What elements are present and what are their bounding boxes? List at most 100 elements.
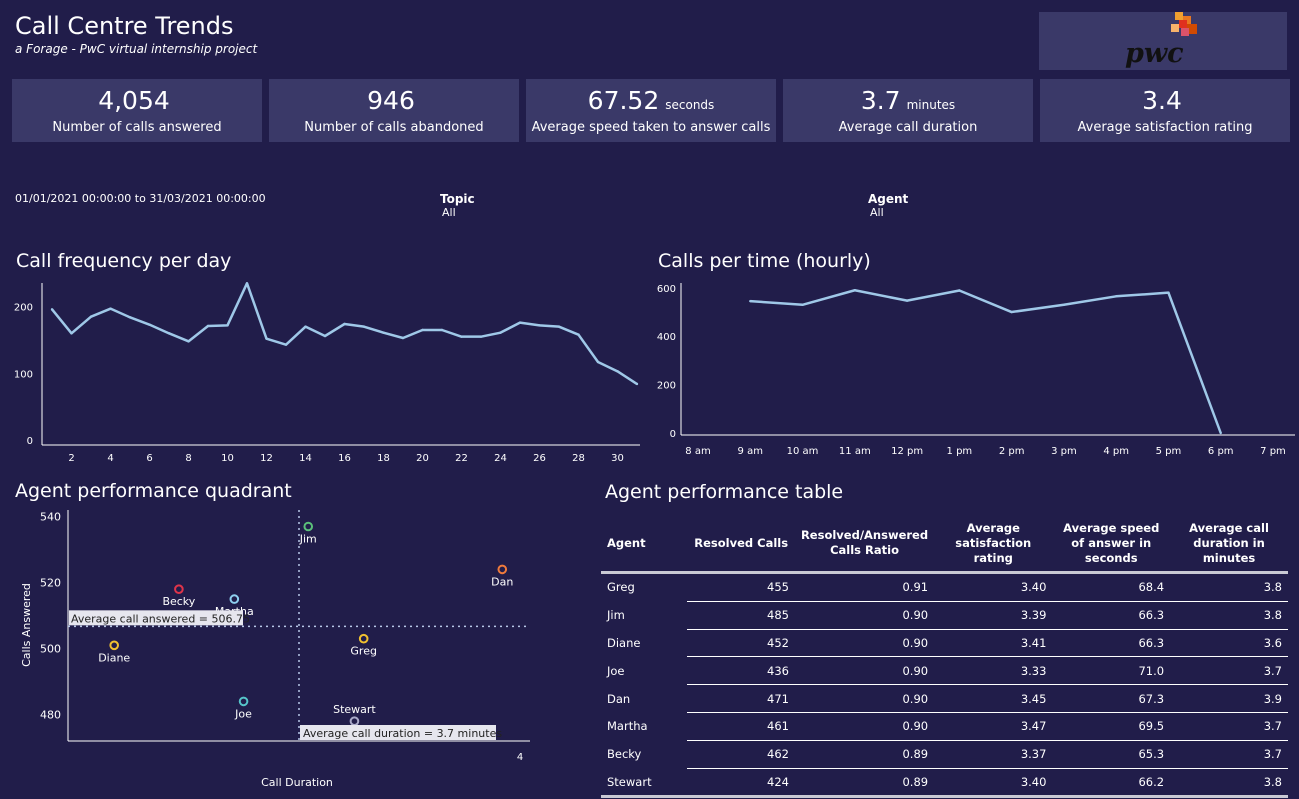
- data-point: [1219, 431, 1222, 435]
- table-cell: 0.90: [794, 600, 935, 630]
- table-row: Diane 452 0.90 3.41 66.3 3.6: [601, 628, 1288, 657]
- table-title: Agent performance table: [605, 481, 844, 503]
- x-tick-label: 5 pm: [1156, 446, 1182, 457]
- table-cell: 461: [687, 711, 795, 741]
- table-row: Stewart 424 0.89 3.40 66.2 3.8: [601, 767, 1288, 797]
- table-row: Martha 461 0.90 3.47 69.5 3.7: [601, 711, 1288, 741]
- agent-filter[interactable]: Agent All: [868, 192, 908, 219]
- table-cell: 3.39: [934, 600, 1053, 630]
- kpi-value: 3.4: [1142, 86, 1182, 115]
- agent-point: [229, 594, 240, 604]
- data-point: [187, 340, 190, 343]
- column-header[interactable]: Average satisfaction rating: [934, 515, 1052, 573]
- table-cell: 3.37: [934, 739, 1053, 769]
- data-point: [616, 370, 619, 373]
- table-cell: 65.3: [1052, 739, 1171, 769]
- x-tick-label: 4 pm: [1103, 446, 1129, 457]
- data-point: [226, 324, 229, 327]
- kpi-calls-answered: 4,054 Number of calls answered: [12, 79, 262, 142]
- table-cell: 69.5: [1052, 711, 1171, 741]
- column-header[interactable]: Agent: [601, 515, 687, 573]
- table-cell: 3.7: [1170, 711, 1288, 741]
- data-point: [1114, 295, 1118, 298]
- x-tick-label: 9 am: [738, 446, 763, 457]
- table-cell: 3.9: [1170, 684, 1288, 713]
- hourly-chart-title: Calls per time (hourly): [658, 250, 871, 272]
- kpi-calls-abandoned: 946 Number of calls abandoned: [269, 79, 519, 142]
- table-cell: 3.8: [1263, 580, 1282, 595]
- data-point: [958, 289, 961, 292]
- x-tick-label: 8 am: [685, 446, 710, 457]
- kpi-call-duration: 3.7 minutes Average call duration: [783, 79, 1033, 142]
- data-point: [596, 360, 600, 364]
- data-point: [1062, 303, 1066, 306]
- page-title: Call Centre Trends: [15, 12, 234, 40]
- y-tick-label: 0: [27, 436, 33, 447]
- x-tick-label: 4: [517, 752, 523, 763]
- series-line: [750, 289, 1222, 434]
- table-cell: 0.90: [794, 628, 935, 657]
- data-point: [460, 335, 463, 338]
- agent-point: [238, 696, 249, 707]
- column-header[interactable]: Average call duration in minutes: [1170, 515, 1288, 573]
- topic-filter[interactable]: Topic All: [440, 192, 475, 219]
- data-point: [479, 335, 483, 338]
- agent-performance-table: Agent Resolved Calls Resolved/Answered C…: [601, 515, 1288, 798]
- table-cell: 471: [687, 684, 795, 713]
- agent-point: [358, 633, 369, 644]
- kpi-speed-to-answer: 67.52 seconds Average speed taken to answ…: [526, 79, 776, 142]
- agent-point-label: Becky: [162, 595, 195, 608]
- topic-filter-value: All: [442, 206, 456, 219]
- table-cell: 0.90: [794, 684, 935, 713]
- agent-name-cell: Dan: [607, 691, 631, 706]
- table-cell: 67.3: [1052, 684, 1171, 713]
- table-cell: 3.40: [934, 767, 1053, 797]
- data-point: [50, 308, 54, 311]
- agent-point-label: Jim: [299, 533, 317, 546]
- x-tick-label: 3 pm: [1051, 446, 1077, 457]
- agent-point-label: Stewart: [333, 703, 376, 716]
- date-range-filter[interactable]: 01/01/2021 00:00:00 to 31/03/2021 00:00:…: [15, 192, 266, 205]
- quadrant-chart-title: Agent performance quadrant: [15, 480, 292, 502]
- y-tick-label: 540: [40, 511, 61, 524]
- kpi-value: 4,054: [98, 86, 170, 115]
- data-point: [109, 307, 112, 310]
- table-cell: 424: [687, 767, 795, 797]
- logo-text: pwc: [1125, 38, 1184, 69]
- x-tick-label: 1 pm: [947, 446, 973, 457]
- data-point: [323, 334, 327, 338]
- data-point: [206, 324, 210, 328]
- agent-name-cell: Jim: [607, 608, 625, 623]
- data-point: [1010, 310, 1013, 314]
- y-tick-label: 600: [657, 284, 676, 295]
- data-point: [382, 331, 385, 334]
- column-header[interactable]: Average speed of answer in seconds: [1052, 515, 1170, 573]
- table-cell: 0.91: [902, 580, 929, 595]
- data-point: [265, 337, 268, 340]
- column-header[interactable]: Resolved Calls: [687, 515, 795, 573]
- y-tick-label: 480: [40, 709, 61, 722]
- topic-filter-label: Topic: [440, 192, 475, 206]
- x-tick-label: 4: [107, 453, 113, 464]
- table-cell: 455: [767, 580, 789, 595]
- table-cell: 66.3: [1052, 628, 1171, 657]
- y-tick-label: 100: [14, 369, 33, 380]
- agent-filter-label: Agent: [868, 192, 909, 206]
- table-cell: 0.89: [794, 767, 935, 797]
- data-point: [89, 315, 93, 318]
- table-cell: 68.4: [1138, 580, 1165, 595]
- x-tick-label: 6 pm: [1208, 446, 1234, 457]
- x-tick-label: 2: [68, 453, 74, 464]
- x-tick-label: 10: [221, 453, 234, 464]
- table-row: Jim 485 0.90 3.39 66.3 3.8: [601, 600, 1288, 630]
- table-cell: 0.89: [794, 739, 935, 769]
- data-point: [148, 323, 151, 326]
- data-point: [167, 332, 171, 335]
- column-header[interactable]: Resolved/Answered Calls Ratio: [795, 515, 934, 573]
- kpi-unit: seconds: [665, 98, 715, 112]
- table-row: Greg 455 0.91 3.40 68.4 3.8: [601, 573, 1288, 602]
- table-header-row: Agent Resolved Calls Resolved/Answered C…: [601, 515, 1288, 573]
- kpi-label: Average call duration: [838, 120, 978, 135]
- x-tick-label: 11 am: [839, 446, 871, 457]
- daily-chart-title: Call frequency per day: [16, 250, 232, 272]
